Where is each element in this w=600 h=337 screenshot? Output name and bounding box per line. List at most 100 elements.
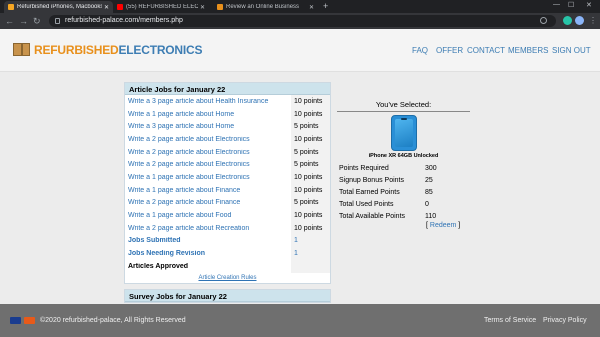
article-rules-link[interactable]: Article Creation Rules xyxy=(125,273,330,283)
job-points: 10 points xyxy=(291,183,330,197)
articles-approved-label: Articles Approved xyxy=(128,262,189,270)
table-row: Write a 2 page article about Finance 5 po… xyxy=(125,196,330,210)
stat-row: Points Required 300 xyxy=(337,162,470,174)
logo-word-2: ELECTRONICS xyxy=(118,43,203,57)
site-logo[interactable]: REFURBISHEDELECTRONICS xyxy=(34,43,202,57)
tab-title: Refurbished iPhones, Macbooks... xyxy=(17,4,102,10)
stat-label: Total Used Points xyxy=(339,200,394,208)
stat-label: Total Earned Points xyxy=(339,188,400,196)
job-points: 10 points xyxy=(291,171,330,184)
maximize-button[interactable]: ☐ xyxy=(568,1,574,9)
browser-toolbar: ← → ↻ refurbished-palace.com/members.php… xyxy=(0,13,600,29)
jobs-revision-label: Jobs Needing Revision xyxy=(128,250,206,258)
nav-offer[interactable]: OFFER xyxy=(436,46,463,55)
browser-tab-1[interactable]: Refurbished iPhones, Macbooks... ✕ xyxy=(4,1,113,13)
table-row: Write a 2 page article about Electronics… xyxy=(125,158,330,172)
url-text: refurbished-palace.com/members.php xyxy=(65,17,183,24)
back-arrow-icon[interactable]: ← xyxy=(5,15,14,27)
youtube-icon xyxy=(117,4,123,10)
job-link[interactable]: Write a 2 page article about Recreation xyxy=(125,225,291,232)
tab-title: Review an Online Business xyxy=(226,4,300,10)
new-tab-button[interactable]: + xyxy=(323,1,328,12)
profile-avatar[interactable] xyxy=(575,16,584,25)
job-link[interactable]: Write a 3 page article about Health Insu… xyxy=(125,98,291,105)
close-icon[interactable]: ✕ xyxy=(309,4,314,11)
jobs-revision-count[interactable]: 1 xyxy=(291,247,330,260)
browser-menu-icon[interactable]: ⋮ xyxy=(589,15,597,27)
article-jobs-panel: Article Jobs for January 22 Write a 3 pa… xyxy=(124,82,331,284)
visa-card-icon xyxy=(10,317,21,324)
job-points: 5 points xyxy=(291,120,330,134)
job-points: 10 points xyxy=(291,95,330,108)
job-points: 5 points xyxy=(291,158,330,172)
reload-icon[interactable]: ↻ xyxy=(33,15,41,27)
article-jobs-title: Article Jobs for January 22 xyxy=(125,83,330,95)
logo-box-icon xyxy=(13,43,30,56)
articles-approved-row: Articles Approved xyxy=(125,259,330,273)
terms-link[interactable]: Terms of Service xyxy=(484,317,536,324)
close-icon[interactable]: ✕ xyxy=(200,4,205,11)
job-link[interactable]: Write a 1 page article about Home xyxy=(125,111,291,118)
jobs-submitted-label: Jobs Submitted xyxy=(128,237,181,245)
site-footer: ©2020 refurbished-palace, All Rights Res… xyxy=(0,304,600,337)
nav-faq[interactable]: FAQ xyxy=(412,46,428,55)
lock-icon xyxy=(55,18,60,24)
phone-image xyxy=(390,115,417,151)
stat-value: 0 xyxy=(425,200,429,208)
nav-contact[interactable]: CONTACT xyxy=(467,46,505,55)
job-link[interactable]: Write a 1 page article about Electronics xyxy=(125,174,291,181)
bookmark-star-icon[interactable] xyxy=(540,17,547,24)
site-favicon-icon xyxy=(8,4,14,10)
table-row: Write a 1 page article about Finance 10 p… xyxy=(125,183,330,197)
extension-icon[interactable] xyxy=(563,16,572,25)
redeem-bracket-close: ] xyxy=(456,222,461,229)
table-row: Write a 1 page article about Food 10 poin… xyxy=(125,209,330,222)
job-link[interactable]: Write a 1 page article about Finance xyxy=(125,187,291,194)
table-row: Write a 2 page article about Electronics… xyxy=(125,133,330,146)
site-favicon-icon xyxy=(217,4,223,10)
stat-row: Total Available Points 110 xyxy=(337,210,470,222)
job-points: 10 points xyxy=(291,221,330,235)
table-row: Write a 3 page article about Home 5 point… xyxy=(125,120,330,134)
privacy-link[interactable]: Privacy Policy xyxy=(543,317,587,324)
job-link[interactable]: Write a 2 page article about Electronics xyxy=(125,136,291,143)
logo-word-1: REFURBISHED xyxy=(34,43,119,57)
forward-arrow-icon[interactable]: → xyxy=(19,15,28,27)
browser-tab-2[interactable]: (55) REFURBISHED ELECTRONIC... ✕ xyxy=(113,1,209,13)
tab-title: (55) REFURBISHED ELECTRONIC... xyxy=(126,4,198,10)
site-header: REFURBISHEDELECTRONICS FAQ OFFER CONTACT… xyxy=(0,29,600,72)
table-row: Write a 1 page article about Home 10 poin… xyxy=(125,107,330,121)
selected-product-panel: You've Selected: iPhone XR 64GB Unlocked… xyxy=(337,100,470,229)
browser-tab-3[interactable]: Review an Online Business ✕ xyxy=(213,1,318,13)
address-bar[interactable]: refurbished-palace.com/members.php xyxy=(49,15,556,27)
stat-label: Signup Bonus Points xyxy=(339,176,404,184)
job-link[interactable]: Write a 3 page article about Home xyxy=(125,123,291,130)
product-name: iPhone XR 64GB Unlocked xyxy=(368,153,439,159)
table-row: Write a 3 page article about Health Insu… xyxy=(125,95,330,108)
stat-label: Total Available Points xyxy=(339,212,406,220)
stat-value: 110 xyxy=(425,212,437,220)
nav-sign-out[interactable]: SIGN OUT xyxy=(552,46,591,55)
redeem-wrapper: [ Redeem ] xyxy=(426,222,470,229)
articles-approved-count xyxy=(291,259,330,273)
stat-row: Total Earned Points 85 xyxy=(337,186,470,198)
table-row: Write a 1 page article about Electronics… xyxy=(125,171,330,184)
job-link[interactable]: Write a 1 page article about Food xyxy=(125,212,291,219)
job-link[interactable]: Write a 2 page article about Finance xyxy=(125,199,291,206)
minimize-button[interactable]: — xyxy=(553,1,560,8)
survey-jobs-title: Survey Jobs for January 22 xyxy=(125,290,330,302)
stat-row: Total Used Points 0 xyxy=(337,198,470,210)
job-link[interactable]: Write a 2 page article about Electronics xyxy=(125,161,291,168)
job-link[interactable]: Write a 2 page article about Electronics xyxy=(125,149,291,156)
redeem-button[interactable]: Redeem xyxy=(430,222,456,229)
jobs-submitted-count[interactable]: 1 xyxy=(291,234,330,248)
stat-value: 85 xyxy=(425,188,433,196)
survey-jobs-panel: Survey Jobs for January 22 xyxy=(124,289,331,303)
job-points: 5 points xyxy=(291,196,330,210)
copyright-text: ©2020 refurbished-palace, All Rights Res… xyxy=(40,317,186,324)
mastercard-icon xyxy=(24,317,35,324)
close-icon[interactable]: ✕ xyxy=(104,4,109,11)
browser-tab-bar: Refurbished iPhones, Macbooks... ✕ (55) … xyxy=(0,0,600,13)
nav-members[interactable]: MEMBERS xyxy=(508,46,548,55)
window-close-button[interactable]: ✕ xyxy=(586,1,592,9)
